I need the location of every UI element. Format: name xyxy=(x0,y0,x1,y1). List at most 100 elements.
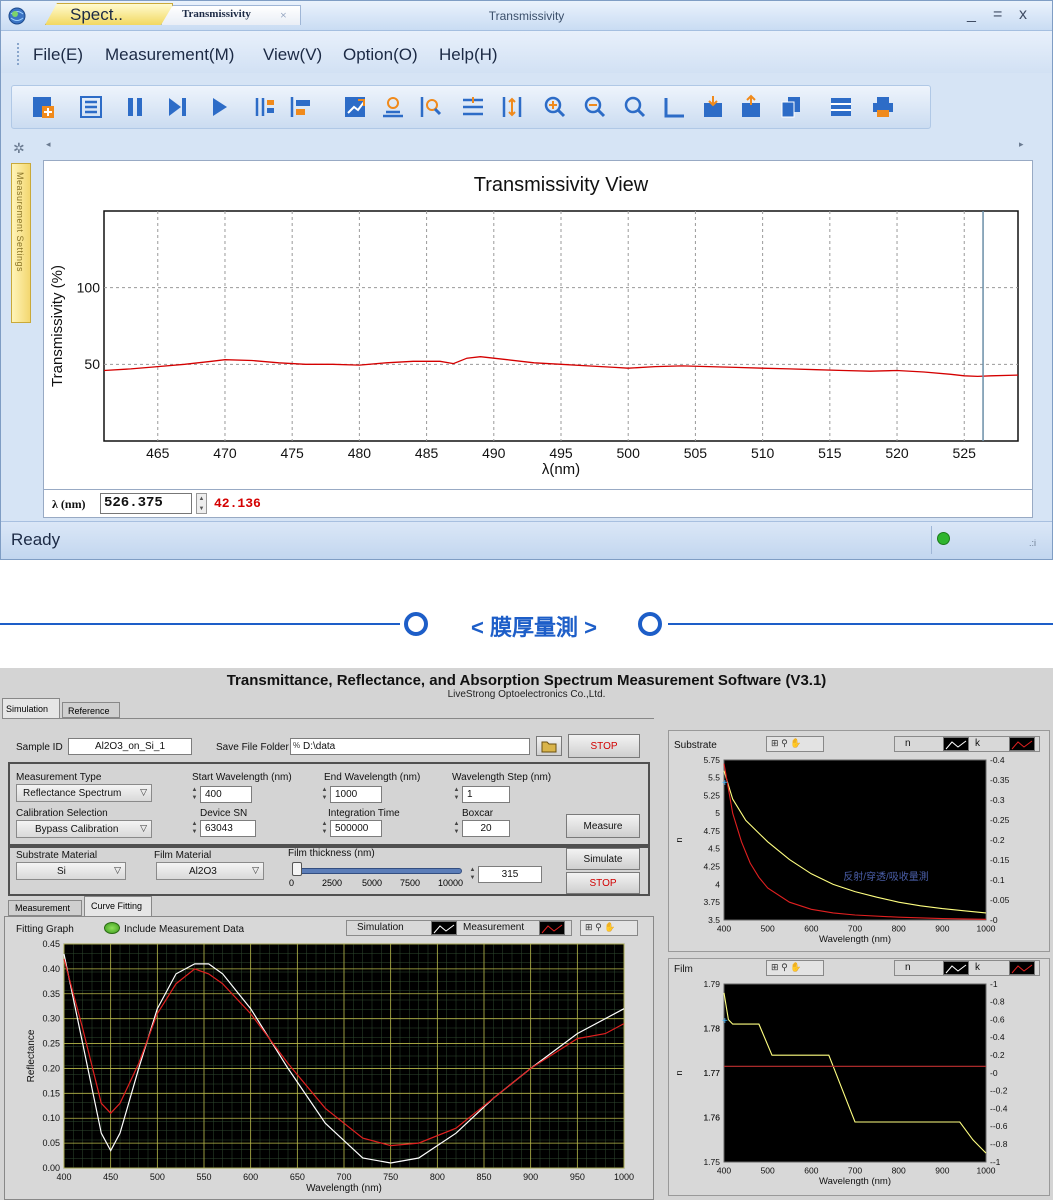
zoom-tool-icon[interactable]: ⚲ xyxy=(781,738,788,748)
thickness-spinner[interactable]: ▲ ▼ xyxy=(468,866,477,883)
transmissivity-plot[interactable]: 465 470 475 480 485 490 495 500 505 510 515 520 525 5… xyxy=(43,160,1033,490)
import-icon[interactable] xyxy=(738,94,764,120)
legend-k-swatch[interactable] xyxy=(1009,961,1035,975)
wavelength-spinner[interactable]: ▲ ▼ xyxy=(196,493,207,514)
status-led-icon xyxy=(937,532,950,545)
menu-help[interactable]: Help(H) xyxy=(439,45,498,65)
tab-transmissivity[interactable]: Transmissivity × xyxy=(161,5,301,25)
save-folder-input[interactable]: % D:\data xyxy=(290,738,530,755)
baseline-icon[interactable] xyxy=(460,94,486,120)
legend-n-swatch[interactable] xyxy=(943,961,969,975)
grid-tool-icon[interactable]: ⊞ xyxy=(771,962,779,972)
legend-k-swatch[interactable] xyxy=(1009,737,1035,751)
close-button[interactable]: x xyxy=(1019,6,1027,24)
zoom-reset-icon[interactable] xyxy=(622,94,648,120)
legend-n-swatch[interactable] xyxy=(943,737,969,751)
subtab-curve-fitting[interactable]: Curve Fitting xyxy=(84,896,152,916)
boxcar-spinner[interactable]: ▲ ▼ xyxy=(452,820,461,837)
measurement-type-select[interactable]: Reflectance Spectrum ▽ xyxy=(16,784,152,802)
fitting-chart[interactable]: 400 450 500 550 600 650 700 750 800 850 900 950 1000… xyxy=(4,936,654,1200)
subtab-measurement[interactable]: Measurement xyxy=(8,900,82,916)
copy-icon[interactable] xyxy=(778,94,804,120)
browse-folder-button[interactable] xyxy=(536,736,562,756)
x-tick-label: 950 xyxy=(570,1172,585,1182)
menu-measurement[interactable]: Measurement(M) xyxy=(105,45,234,65)
table-icon[interactable] xyxy=(828,94,854,120)
start-wl-spinner[interactable]: ▲ ▼ xyxy=(190,786,199,803)
sample-id-input[interactable]: Al2O3_on_Si_1 xyxy=(68,738,192,755)
wl-step-spinner[interactable]: ▲ ▼ xyxy=(452,786,461,803)
device-sn-input[interactable]: 63043 xyxy=(200,820,256,837)
pause-icon[interactable] xyxy=(122,94,148,120)
start-wl-input[interactable]: 400 xyxy=(200,786,252,803)
device-sn-spinner[interactable]: ▲ ▼ xyxy=(190,820,199,837)
integration-spinner[interactable]: ▲ ▼ xyxy=(320,820,329,837)
tab-reference[interactable]: Reference xyxy=(62,702,120,718)
tab-scroll-left-icon[interactable]: ◂ xyxy=(46,139,51,150)
zoom-in-icon[interactable] xyxy=(542,94,568,120)
film-chart[interactable]: 400 500 600 700 800 900 10001.751.761.761.771.… xyxy=(668,978,1050,1196)
maximize-button[interactable]: = xyxy=(993,6,1002,24)
end-wl-input[interactable]: 1000 xyxy=(330,786,382,803)
legend-simulation-swatch[interactable] xyxy=(431,921,457,935)
zoom-tool-icon[interactable]: ⚲ xyxy=(595,922,602,932)
wl-step-input[interactable]: 1 xyxy=(462,786,510,803)
measurement-settings-panel[interactable]: Measurement Settings xyxy=(11,163,31,323)
transmissivity-chart[interactable]: 465 470 475 480 485 490 495 500 505 510 515 520 525 5… xyxy=(44,161,1034,491)
tab-simulation[interactable]: Simulation xyxy=(2,698,60,718)
grid-tool-icon[interactable]: ⊞ xyxy=(585,922,593,932)
menu-file[interactable]: File(E) xyxy=(33,45,83,65)
film-select[interactable]: Al2O3 ▽ xyxy=(156,862,264,880)
stop-button-top[interactable]: STOP xyxy=(568,734,640,758)
stop-button-bottom[interactable]: STOP xyxy=(566,872,640,894)
resize-grip-icon[interactable]: .:i xyxy=(1029,538,1036,548)
wavelength-input[interactable]: 526.375 xyxy=(100,493,192,514)
zoom-tool-icon[interactable]: ⚲ xyxy=(781,962,788,972)
list-icon[interactable] xyxy=(78,94,104,120)
thickness-slider[interactable]: 0 2500 5000 7500 10000 xyxy=(289,862,463,892)
tab-spect[interactable]: Spect.. xyxy=(45,3,173,25)
trend-icon[interactable] xyxy=(342,94,368,120)
frame-icon[interactable] xyxy=(662,94,688,120)
x-tick-label: 515 xyxy=(818,445,842,461)
tab-scroll-right-icon[interactable]: ▸ xyxy=(1019,139,1024,150)
graph-tools-substrate[interactable]: ⊞ ⚲ ✋ xyxy=(766,736,824,752)
step-icon[interactable] xyxy=(164,94,190,120)
graph-tools-fitting[interactable]: ⊞ ⚲ ✋ xyxy=(580,920,638,936)
new-measure-icon[interactable] xyxy=(30,94,56,120)
align-icon[interactable] xyxy=(288,94,314,120)
zoom-out-icon[interactable] xyxy=(582,94,608,120)
integration-input[interactable]: 500000 xyxy=(330,820,382,837)
minimize-button[interactable]: _ xyxy=(967,6,976,24)
play-icon[interactable] xyxy=(206,94,232,120)
pan-tool-icon[interactable]: ✋ xyxy=(790,738,801,748)
peak-find-icon[interactable] xyxy=(418,94,444,120)
pan-tool-icon[interactable]: ✋ xyxy=(604,922,615,932)
export-icon[interactable] xyxy=(700,94,726,120)
grid-tool-icon[interactable]: ⊞ xyxy=(771,738,779,748)
menu-option[interactable]: Option(O) xyxy=(343,45,418,65)
print-icon[interactable] xyxy=(870,94,896,120)
calibration-select[interactable]: Bypass Calibration ▽ xyxy=(16,820,152,838)
tab-baseline xyxy=(2,718,654,719)
simulate-button[interactable]: Simulate xyxy=(566,848,640,870)
tab-close-icon[interactable]: × xyxy=(280,8,287,23)
include-data-led-icon[interactable] xyxy=(104,922,120,934)
legend-measurement-swatch[interactable] xyxy=(539,921,565,935)
scale-icon[interactable] xyxy=(500,94,526,120)
graph-tools-film[interactable]: ⊞ ⚲ ✋ xyxy=(766,960,824,976)
thickness-input[interactable]: 315 xyxy=(478,866,542,883)
boxcar-input[interactable]: 20 xyxy=(462,820,510,837)
gear-icon[interactable]: ✲ xyxy=(13,140,25,157)
y-tick-label: 5 xyxy=(715,808,720,818)
split-icon[interactable] xyxy=(252,94,278,120)
x-tick-label: 400 xyxy=(717,924,731,934)
measure-button[interactable]: Measure xyxy=(566,814,640,838)
peak-icon[interactable] xyxy=(380,94,406,120)
substrate-chart[interactable]: 400 500 600 700 800 900 1000 3.5 3.75 4 4.25 4.5 4.7… xyxy=(668,754,1050,950)
substrate-select[interactable]: Si ▽ xyxy=(16,862,126,880)
slider-thumb[interactable] xyxy=(292,862,302,876)
end-wl-spinner[interactable]: ▲ ▼ xyxy=(320,786,329,803)
menu-view[interactable]: View(V) xyxy=(263,45,322,65)
pan-tool-icon[interactable]: ✋ xyxy=(790,962,801,972)
